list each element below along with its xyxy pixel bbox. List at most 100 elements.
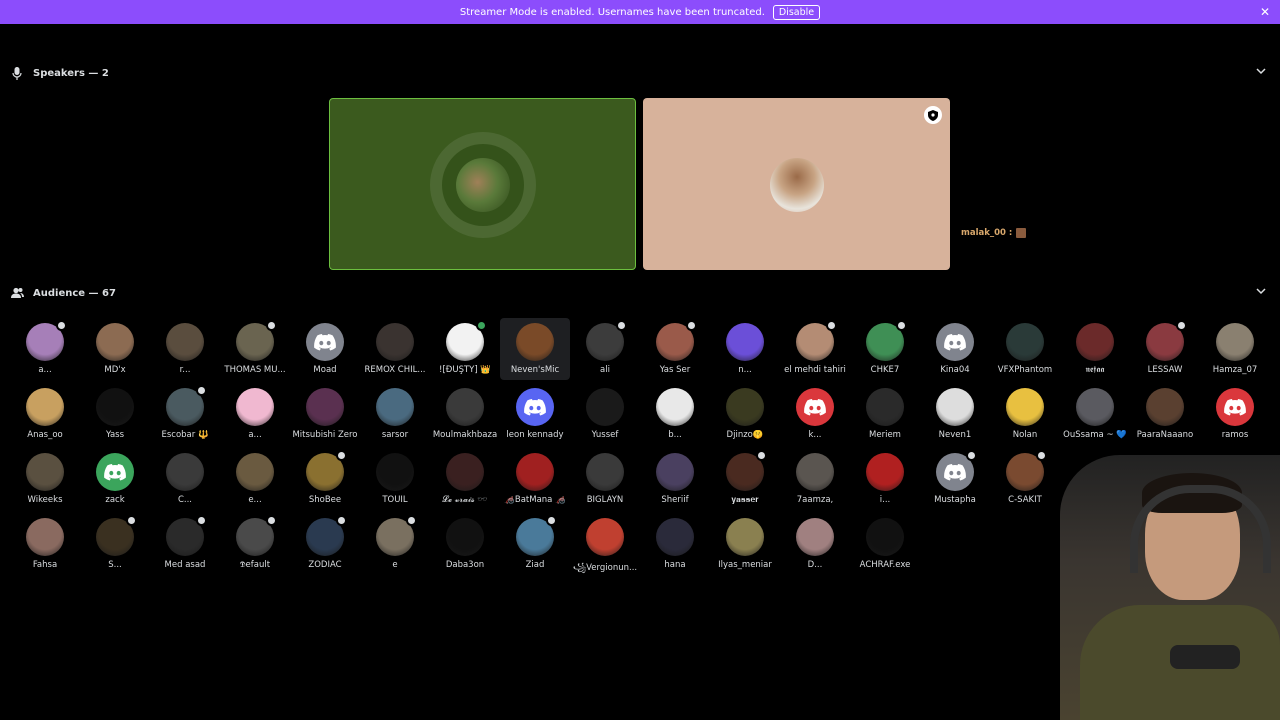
- moderator-shield-icon: [924, 106, 942, 124]
- audience-member[interactable]: REMOX CHIL...: [360, 318, 430, 380]
- notification-badge-icon: [616, 320, 627, 331]
- avatar: [796, 518, 834, 556]
- avatar: [26, 518, 64, 556]
- audience-member[interactable]: Yas Ser: [640, 318, 710, 380]
- audience-member[interactable]: Meriem: [850, 383, 920, 445]
- audience-member[interactable]: THOMAS MÜ...: [220, 318, 290, 380]
- audience-member[interactable]: Anas_oo: [10, 383, 80, 445]
- notification-badge-icon: [966, 450, 977, 461]
- audience-member[interactable]: Wikeeks: [10, 448, 80, 510]
- avatar: [936, 388, 974, 426]
- audience-member[interactable]: el mehdi tahiri: [780, 318, 850, 380]
- audience-member[interactable]: VFXPhantom: [990, 318, 1060, 380]
- audience-member[interactable]: Med asad: [150, 513, 220, 575]
- audience-member[interactable]: Moulmakhbaza: [430, 383, 500, 445]
- audience-header[interactable]: Audience — 67: [10, 283, 1270, 303]
- audience-member[interactable]: Nolan: [990, 383, 1060, 445]
- audience-member[interactable]: D...: [780, 513, 850, 575]
- audience-member[interactable]: ACHRAF.exe: [850, 513, 920, 575]
- audience-member[interactable]: CHKE7: [850, 318, 920, 380]
- audience-member[interactable]: S...: [80, 513, 150, 575]
- audience-member[interactable]: ![ĐÜŞŤŸ] 👑: [430, 318, 500, 380]
- discord-logo-icon: [944, 333, 966, 350]
- audience-member[interactable]: TOUIL: [360, 448, 430, 510]
- audience-member[interactable]: Mitsubishi Zero: [290, 383, 360, 445]
- audience-member[interactable]: OuSsama ~ 💙: [1060, 383, 1130, 445]
- audience-member[interactable]: e...: [220, 448, 290, 510]
- audience-member[interactable]: BIGLAYN: [570, 448, 640, 510]
- audience-member[interactable]: Escobar 🔱: [150, 383, 220, 445]
- speaker-tile[interactable]: [329, 98, 636, 270]
- audience-member[interactable]: leon kennady: [500, 383, 570, 445]
- notification-badge-icon: [1036, 450, 1047, 461]
- avatar: [1216, 323, 1254, 361]
- chevron-down-icon[interactable]: [1256, 66, 1266, 79]
- streamer-mode-banner: Streamer Mode is enabled. Usernames have…: [0, 0, 1280, 24]
- audience-member[interactable]: ShoBee: [290, 448, 360, 510]
- audience-member[interactable]: Sheriif: [640, 448, 710, 510]
- audience-member[interactable]: 𝐲𝐚𝐬𝐬𝐞𝐫: [710, 448, 780, 510]
- audience-member[interactable]: sarsor: [360, 383, 430, 445]
- avatar: [770, 158, 824, 212]
- audience-member[interactable]: Moad: [290, 318, 360, 380]
- audience-member[interactable]: Djinzo🤫: [710, 383, 780, 445]
- discord-logo-icon: [314, 333, 336, 350]
- audience-member[interactable]: a...: [10, 318, 80, 380]
- audience-member[interactable]: a...: [220, 383, 290, 445]
- audience-member[interactable]: Kina04: [920, 318, 990, 380]
- avatar: [516, 453, 554, 491]
- avatar: [1146, 388, 1184, 426]
- audience-member[interactable]: Ilyas_meniar: [710, 513, 780, 575]
- audience-member[interactable]: r...: [150, 318, 220, 380]
- discord-logo-icon: [1224, 398, 1246, 415]
- chevron-down-icon[interactable]: [1256, 286, 1266, 299]
- speaking-ring: [430, 132, 536, 238]
- audience-member[interactable]: 7aamza,: [780, 448, 850, 510]
- caption-text: malak_00 :: [961, 228, 1013, 238]
- audience-member[interactable]: C...: [150, 448, 220, 510]
- audience-member[interactable]: i...: [850, 448, 920, 510]
- audience-member[interactable]: Yussef: [570, 383, 640, 445]
- audience-member[interactable]: hana: [640, 513, 710, 575]
- audience-member[interactable]: Hamza_07: [1200, 318, 1270, 380]
- audience-member[interactable]: Neven'sMic: [500, 318, 570, 380]
- audience-member[interactable]: PaaraNaaano: [1130, 383, 1200, 445]
- avatar: [656, 518, 694, 556]
- avatar: [1006, 388, 1044, 426]
- audience-member[interactable]: Mustapha: [920, 448, 990, 510]
- audience-member[interactable]: ali: [570, 318, 640, 380]
- avatar: [26, 453, 64, 491]
- audience-member[interactable]: C-SAKIT: [990, 448, 1060, 510]
- discord-logo-icon: [944, 463, 966, 480]
- audience-member[interactable]: LESSAW: [1130, 318, 1200, 380]
- avatar: [866, 388, 904, 426]
- audience-member[interactable]: e: [360, 513, 430, 575]
- avatar: [236, 453, 274, 491]
- avatar: [96, 388, 134, 426]
- audience-member[interactable]: 𝓛𝓮 𝓿𝓻𝓪𝓲𝓼 🕶️: [430, 448, 500, 510]
- audience-member[interactable]: Fahsa: [10, 513, 80, 575]
- audience-member[interactable]: ZODIAC: [290, 513, 360, 575]
- disable-streamer-mode-button[interactable]: Disable: [772, 4, 821, 20]
- audience-member[interactable]: 𝕯efault: [220, 513, 290, 575]
- audience-member[interactable]: k...: [780, 383, 850, 445]
- discord-logo-icon: [804, 398, 826, 415]
- audience-member[interactable]: Ziad: [500, 513, 570, 575]
- avatar: [586, 453, 624, 491]
- avatar: [376, 453, 414, 491]
- audience-member[interactable]: b...: [640, 383, 710, 445]
- audience-member[interactable]: ramos: [1200, 383, 1270, 445]
- speakers-header[interactable]: Speakers — 2: [10, 63, 1270, 83]
- avatar: [516, 323, 554, 361]
- close-icon[interactable]: ✕: [1260, 5, 1270, 19]
- audience-member[interactable]: zack: [80, 448, 150, 510]
- audience-member[interactable]: ꧁Vergionun...: [570, 513, 640, 575]
- audience-member[interactable]: n...: [710, 318, 780, 380]
- audience-member[interactable]: 𝖓𝖊𝖋𝖆𝖆: [1060, 318, 1130, 380]
- audience-member[interactable]: Yass: [80, 383, 150, 445]
- audience-member[interactable]: 🦽BatMana 🦽: [500, 448, 570, 510]
- audience-member[interactable]: Neven1: [920, 383, 990, 445]
- speaker-tile[interactable]: [643, 98, 950, 270]
- audience-member[interactable]: MD'x: [80, 318, 150, 380]
- audience-member[interactable]: Daba3on: [430, 513, 500, 575]
